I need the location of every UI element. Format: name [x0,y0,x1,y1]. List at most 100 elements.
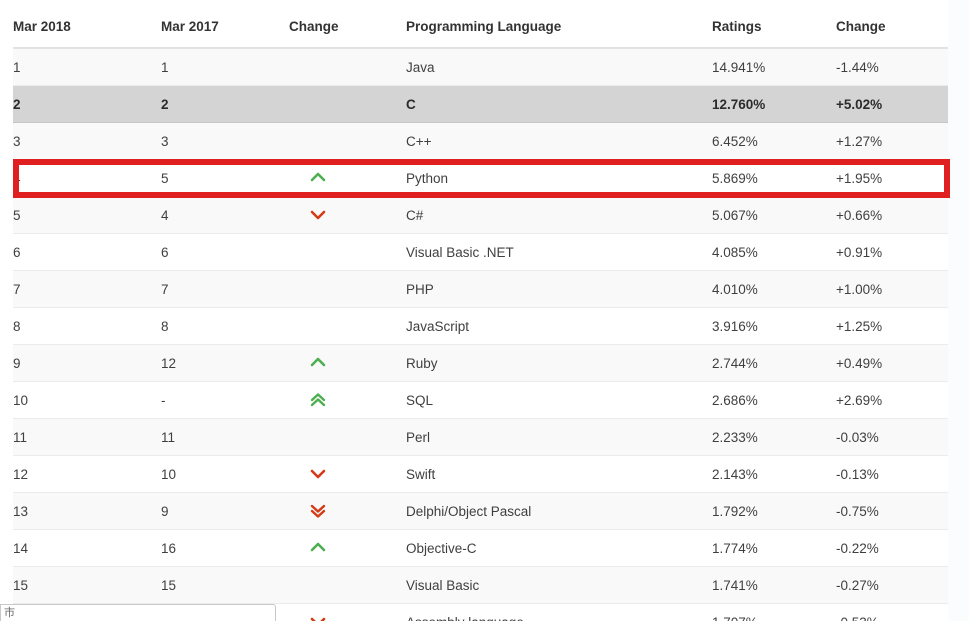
table-row[interactable]: 11 11 Perl 2.233% -0.03% [13,418,948,456]
cell-ratings-change: -0.03% [836,418,948,456]
table-header: Mar 2018 Mar 2017 Change Programming Lan… [13,0,948,49]
cell-ratings: 1.741% [712,566,836,604]
tiobe-index-table-container: Mar 2018 Mar 2017 Change Programming Lan… [13,0,948,621]
table-row[interactable]: 3 3 C++ 6.452% +1.27% [13,122,948,160]
column-header-ratings[interactable]: Ratings [712,0,836,49]
cell-ratings-change: -0.13% [836,455,948,493]
table-row[interactable]: 4 5 Python 5.869% +1.95% [13,159,948,197]
table-row[interactable]: 1 1 Java 14.941% -1.44% [13,48,948,86]
cell-trend-change [289,48,406,86]
cell-rank-previous: 6 [161,233,289,271]
cell-language[interactable]: Visual Basic .NET [406,233,712,271]
cell-rank-previous: 12 [161,344,289,382]
cell-ratings-change: -1.44% [836,48,948,86]
cell-ratings: 2.686% [712,381,836,419]
cell-trend-change [289,270,406,308]
trend-indicator [289,540,406,556]
cell-rank-current: 2 [13,85,161,123]
cell-rank-current: 10 [13,381,161,419]
table-row[interactable]: 15 15 Visual Basic 1.741% -0.27% [13,566,948,604]
cell-rank-current: 14 [13,529,161,567]
page-right-gutter [948,0,969,621]
cell-trend-change [289,307,406,345]
double-chevron-up-icon [310,392,326,408]
cell-rank-current: 3 [13,122,161,160]
double-chevron-down-icon [310,503,326,519]
table-row[interactable]: 10- SQL 2.686% +2.69% [13,381,948,419]
table-row[interactable]: 5 4 C# 5.067% +0.66% [13,196,948,234]
cell-trend-change [289,122,406,160]
cell-rank-current: 4 [13,159,161,197]
cell-trend-change [289,566,406,604]
cell-ratings-change: +1.25% [836,307,948,345]
chevron-down-icon [310,614,326,621]
cell-ratings: 6.452% [712,122,836,160]
table-row[interactable]: 8 8 JavaScript 3.916% +1.25% [13,307,948,345]
cell-ratings: 5.067% [712,196,836,234]
cell-language[interactable]: Assembly language [406,603,712,621]
cell-rank-previous: 10 [161,455,289,493]
column-header-change[interactable]: Change [289,0,406,49]
trend-indicator [289,466,406,482]
table-row[interactable]: 13 9 Delphi/Object Pascal 1.792% -0.75% [13,492,948,530]
table-row[interactable]: 14 16 Objective-C 1.774% -0.22% [13,529,948,567]
cell-language[interactable]: Visual Basic [406,566,712,604]
cell-ratings-change: +2.69% [836,381,948,419]
cell-rank-previous: 8 [161,307,289,345]
trend-indicator [289,207,406,223]
cell-ratings: 2.233% [712,418,836,456]
cell-rank-current: 12 [13,455,161,493]
cell-rank-previous: 4 [161,196,289,234]
cell-ratings: 4.010% [712,270,836,308]
cell-ratings: 1.707% [712,603,836,621]
chevron-up-icon [310,540,326,556]
cell-language[interactable]: Swift [406,455,712,493]
cell-rank-current: 5 [13,196,161,234]
page-left-gutter [0,0,13,621]
chevron-up-icon [310,355,326,371]
table-row[interactable]: 7 7 PHP 4.010% +1.00% [13,270,948,308]
cell-ratings-change: -0.22% [836,529,948,567]
cell-language[interactable]: Ruby [406,344,712,382]
cell-rank-current: 1 [13,48,161,86]
chevron-down-icon [310,466,326,482]
column-header-language[interactable]: Programming Language [406,0,712,49]
cell-language[interactable]: C [406,85,712,123]
cell-rank-previous: 1 [161,48,289,86]
cell-ratings-change: -0.75% [836,492,948,530]
cell-trend-change [289,85,406,123]
column-header-ratings-change[interactable]: Change [836,0,948,49]
page-canvas: Mar 2018 Mar 2017 Change Programming Lan… [0,0,969,621]
column-header-rank-current[interactable]: Mar 2018 [13,0,161,49]
trend-indicator [289,170,406,186]
table-row[interactable]: 2 2 C 12.760% +5.02% [13,85,948,123]
bottom-status-popup-fragment[interactable]: 市 [0,604,276,621]
cell-ratings-change: +1.95% [836,159,948,197]
cell-language[interactable]: C# [406,196,712,234]
column-header-rank-previous[interactable]: Mar 2017 [161,0,289,49]
cell-ratings: 1.774% [712,529,836,567]
cell-trend-change [289,196,406,234]
cell-language[interactable]: SQL [406,381,712,419]
cell-ratings-change: +5.02% [836,85,948,123]
cell-language[interactable]: Perl [406,418,712,456]
cell-language[interactable]: C++ [406,122,712,160]
cell-rank-current: 13 [13,492,161,530]
cell-ratings: 4.085% [712,233,836,271]
table-row[interactable]: 9 12 Ruby 2.744% +0.49% [13,344,948,382]
table-row[interactable]: 12 10 Swift 2.143% -0.13% [13,455,948,493]
cell-language[interactable]: PHP [406,270,712,308]
cell-language[interactable]: Delphi/Object Pascal [406,492,712,530]
table-header-row: Mar 2018 Mar 2017 Change Programming Lan… [13,0,948,49]
tiobe-index-table: Mar 2018 Mar 2017 Change Programming Lan… [13,0,948,621]
cell-language[interactable]: JavaScript [406,307,712,345]
cell-rank-previous: 9 [161,492,289,530]
cell-language[interactable]: Java [406,48,712,86]
cell-trend-change [289,455,406,493]
cell-language[interactable]: Python [406,159,712,197]
cell-rank-previous: - [161,381,289,419]
cell-rank-previous: 3 [161,122,289,160]
cell-ratings: 1.792% [712,492,836,530]
cell-language[interactable]: Objective-C [406,529,712,567]
table-row[interactable]: 6 6 Visual Basic .NET 4.085% +0.91% [13,233,948,271]
